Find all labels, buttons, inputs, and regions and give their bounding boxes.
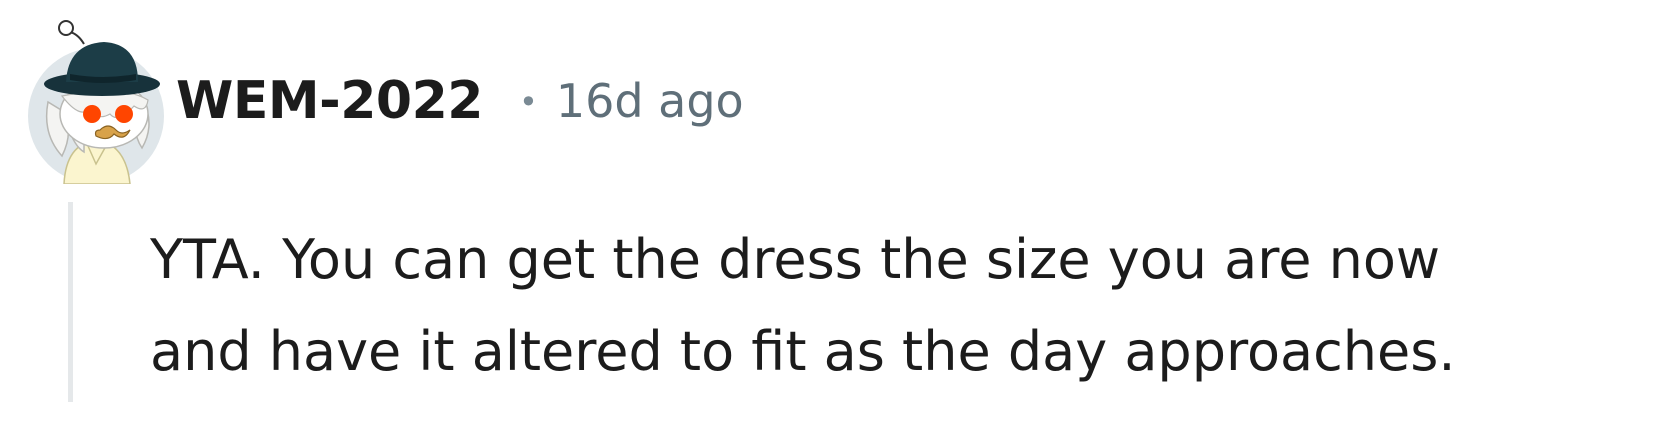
comment-header: WEM-2022 • 16d ago xyxy=(22,14,744,184)
comment-timestamp[interactable]: 16d ago xyxy=(556,74,744,128)
thread-collapse-line[interactable] xyxy=(68,202,73,402)
comment-body-line-1: YTA. You can get the dress the size you … xyxy=(150,228,1441,291)
meta-separator: • xyxy=(518,83,538,121)
username-link[interactable]: WEM-2022 xyxy=(176,71,483,131)
snoo-avatar-icon xyxy=(28,20,164,184)
avatar[interactable] xyxy=(22,14,182,184)
comment-body: YTA. You can get the dress the size you … xyxy=(150,214,1650,398)
comment-body-line-2: and have it altered to fit as the day ap… xyxy=(150,320,1456,383)
